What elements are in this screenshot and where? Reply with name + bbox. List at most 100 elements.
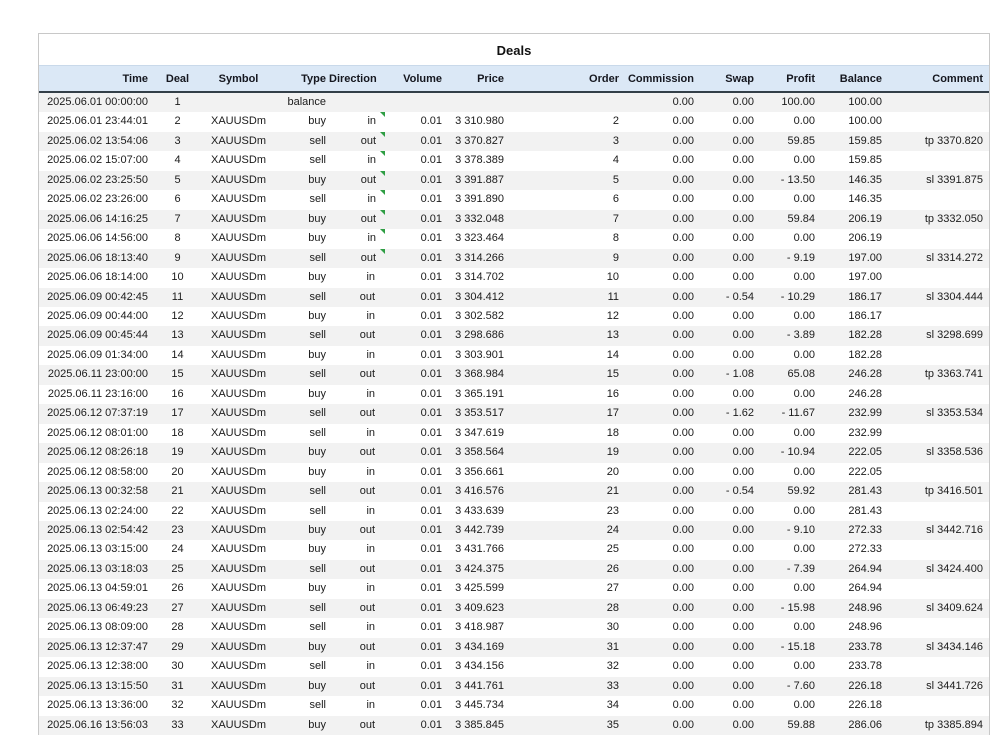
cell-type: sell — [273, 249, 329, 268]
cell-direction: out — [329, 716, 387, 735]
cell-commission: 0.00 — [622, 463, 697, 482]
cell-order: 32 — [507, 657, 622, 676]
cell-commission: 0.00 — [622, 618, 697, 637]
cell-commission: 0.00 — [622, 502, 697, 521]
cell-balance: 232.99 — [818, 424, 885, 443]
cell-time: 2025.06.13 13:15:50 — [39, 677, 151, 696]
deal-row: 2025.06.13 13:36:0032XAUUSDmsellin0.013 … — [39, 696, 990, 715]
cell-direction: in — [329, 112, 387, 131]
cell-volume: 0.01 — [387, 657, 445, 676]
cell-deal: 11 — [151, 288, 207, 307]
cell-comment — [885, 502, 990, 521]
cell-balance: 226.18 — [818, 696, 885, 715]
column-header-deal: Deal — [151, 66, 207, 93]
cell-volume: 0.01 — [387, 288, 445, 307]
deal-row: 2025.06.16 13:56:0333XAUUSDmbuyout0.013 … — [39, 716, 990, 735]
cell-volume: 0.01 — [387, 463, 445, 482]
column-header-balance: Balance — [818, 66, 885, 93]
cell-comment: tp 3385.894 — [885, 716, 990, 735]
cell-comment — [885, 346, 990, 365]
cell-profit: - 9.19 — [757, 249, 818, 268]
cell-order: 11 — [507, 288, 622, 307]
cell-price: 3 303.901 — [445, 346, 507, 365]
cell-balance: 206.19 — [818, 210, 885, 229]
column-header-type: Type — [273, 66, 329, 93]
cell-profit: - 11.67 — [757, 404, 818, 423]
cell-price: 3 323.464 — [445, 229, 507, 248]
cell-balance: 197.00 — [818, 249, 885, 268]
deal-row: 2025.06.02 13:54:063XAUUSDmsellout0.013 … — [39, 132, 990, 151]
cell-profit: - 7.39 — [757, 560, 818, 579]
cell-swap: 0.00 — [697, 424, 757, 443]
cell-price: 3 442.739 — [445, 521, 507, 540]
cell-balance: 100.00 — [818, 92, 885, 112]
cell-profit: 59.88 — [757, 716, 818, 735]
cell-commission: 0.00 — [622, 288, 697, 307]
cell-price: 3 368.984 — [445, 365, 507, 384]
cell-profit: 0.00 — [757, 657, 818, 676]
cell-time: 2025.06.13 03:15:00 — [39, 540, 151, 559]
cell-direction: out — [329, 443, 387, 462]
cell-balance: 182.28 — [818, 326, 885, 345]
cell-direction: out — [329, 326, 387, 345]
cell-time: 2025.06.09 00:45:44 — [39, 326, 151, 345]
cell-symbol: XAUUSDm — [207, 404, 273, 423]
cell-symbol: XAUUSDm — [207, 482, 273, 501]
cell-volume: 0.01 — [387, 502, 445, 521]
cell-volume: 0.01 — [387, 560, 445, 579]
cell-symbol: XAUUSDm — [207, 171, 273, 190]
cell-order: 5 — [507, 171, 622, 190]
cell-direction: out — [329, 677, 387, 696]
cell-order: 7 — [507, 210, 622, 229]
deal-row: 2025.06.13 12:37:4729XAUUSDmbuyout0.013 … — [39, 638, 990, 657]
cell-profit: 59.92 — [757, 482, 818, 501]
cell-time: 2025.06.13 06:49:23 — [39, 599, 151, 618]
cell-deal: 30 — [151, 657, 207, 676]
cell-comment — [885, 229, 990, 248]
cell-profit: 0.00 — [757, 346, 818, 365]
cell-deal: 15 — [151, 365, 207, 384]
cell-symbol: XAUUSDm — [207, 190, 273, 209]
cell-deal: 14 — [151, 346, 207, 365]
cell-type: buy — [273, 171, 329, 190]
cell-price: 3 356.661 — [445, 463, 507, 482]
cell-volume: 0.01 — [387, 540, 445, 559]
cell-direction: in — [329, 579, 387, 598]
cell-price: 3 431.766 — [445, 540, 507, 559]
column-header-commission: Commission — [622, 66, 697, 93]
cell-order: 16 — [507, 385, 622, 404]
cell-time: 2025.06.13 13:36:00 — [39, 696, 151, 715]
column-header-direction: Direction — [329, 66, 387, 93]
cell-comment — [885, 307, 990, 326]
cell-order: 8 — [507, 229, 622, 248]
cell-type: buy — [273, 579, 329, 598]
cell-direction: out — [329, 249, 387, 268]
cell-price — [445, 92, 507, 112]
cell-time: 2025.06.12 08:01:00 — [39, 424, 151, 443]
cell-order: 26 — [507, 560, 622, 579]
cell-time: 2025.06.16 13:56:03 — [39, 716, 151, 735]
cell-price: 3 302.582 — [445, 307, 507, 326]
cell-direction: in — [329, 268, 387, 287]
deal-row: 2025.06.02 23:25:505XAUUSDmbuyout0.013 3… — [39, 171, 990, 190]
cell-balance: 206.19 — [818, 229, 885, 248]
deal-row: 2025.06.13 08:09:0028XAUUSDmsellin0.013 … — [39, 618, 990, 637]
cell-order: 3 — [507, 132, 622, 151]
cell-price: 3 365.191 — [445, 385, 507, 404]
cell-commission: 0.00 — [622, 540, 697, 559]
cell-commission: 0.00 — [622, 229, 697, 248]
cell-deal: 6 — [151, 190, 207, 209]
cell-deal: 10 — [151, 268, 207, 287]
cell-comment — [885, 540, 990, 559]
deals-header-row: TimeDealSymbolTypeDirectionVolumePriceOr… — [39, 66, 990, 93]
cell-comment: sl 3304.444 — [885, 288, 990, 307]
deal-row: 2025.06.01 23:44:012XAUUSDmbuyin0.013 31… — [39, 112, 990, 131]
cell-balance: 246.28 — [818, 385, 885, 404]
cell-symbol: XAUUSDm — [207, 365, 273, 384]
cell-swap: 0.00 — [697, 657, 757, 676]
deal-row: 2025.06.06 14:56:008XAUUSDmbuyin0.013 32… — [39, 229, 990, 248]
cell-volume: 0.01 — [387, 229, 445, 248]
cell-price: 3 385.845 — [445, 716, 507, 735]
cell-order: 23 — [507, 502, 622, 521]
cell-swap: - 0.54 — [697, 482, 757, 501]
